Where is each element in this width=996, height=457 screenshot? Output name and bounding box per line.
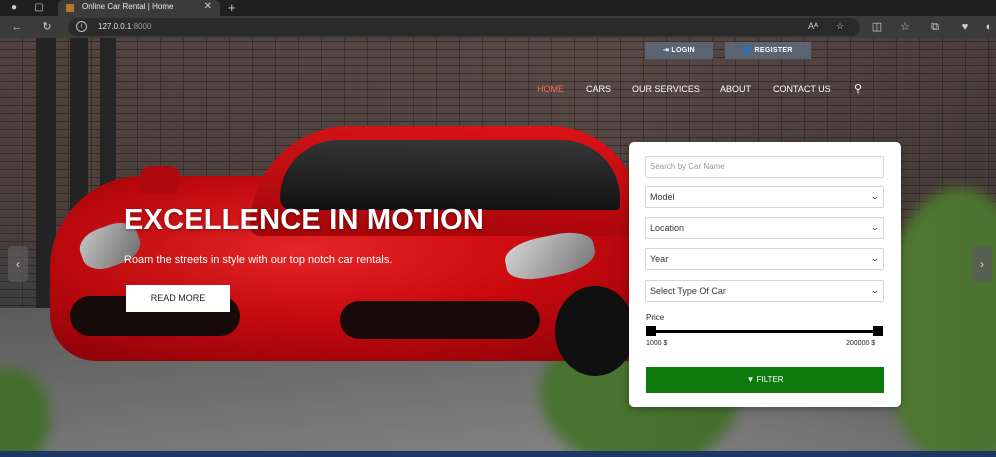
- tab-title: Online Car Rental | Home: [82, 2, 174, 11]
- register-label: REGISTER: [754, 47, 793, 54]
- model-select-value: Model: [650, 192, 675, 202]
- collections-icon[interactable]: ⧉: [928, 20, 942, 34]
- favorites-icon[interactable]: ☆: [898, 20, 912, 34]
- browser-tab-bar: ● ▢ Online Car Rental | Home ✕ +: [0, 0, 996, 16]
- location-select-value: Location: [650, 223, 685, 233]
- price-min-value: 1000 $: [646, 340, 668, 347]
- carousel-next-arrow-icon[interactable]: ›: [972, 246, 992, 282]
- reload-icon[interactable]: ↻: [40, 20, 54, 34]
- read-aloud-icon[interactable]: Aᴬ: [808, 21, 818, 31]
- car-type-select-value: Select Type Of Car: [650, 286, 726, 296]
- url-text: 127.0.0.1:8000: [98, 22, 151, 31]
- favorite-star-icon[interactable]: ☆: [836, 21, 844, 32]
- login-label: LOGIN: [671, 47, 696, 54]
- copilot-icon[interactable]: ◐: [982, 20, 996, 34]
- chevron-down-icon: ⌄: [870, 191, 881, 201]
- car-filter-card: Search by Car Name Model ⌄ Location ⌄ Ye…: [629, 142, 901, 407]
- search-icon[interactable]: ⚲: [854, 82, 862, 95]
- register-icon: 👤: [743, 47, 753, 54]
- extensions-icon[interactable]: ♥: [958, 20, 972, 34]
- filter-funnel-icon: ▼: [746, 375, 755, 384]
- model-select[interactable]: Model ⌄: [645, 186, 884, 208]
- login-button[interactable]: ⇥ LOGIN: [645, 42, 713, 59]
- site-favicon-icon: [66, 4, 74, 12]
- browser-toolbar: ← ↻ i 127.0.0.1:8000 Aᴬ ☆ ◫ ☆ ⧉ ♥ ◐: [0, 16, 996, 38]
- filter-button-label: FILTER: [756, 375, 784, 384]
- carousel-prev-arrow-icon[interactable]: ‹: [8, 246, 28, 282]
- url-host: 127.0.0.1: [98, 22, 132, 31]
- hero-section: ⇥ LOGIN 👤 REGISTER HOME CARS OUR SERVICE…: [0, 38, 996, 457]
- read-more-button[interactable]: READ MORE: [126, 285, 230, 312]
- nav-home[interactable]: HOME: [537, 84, 564, 94]
- price-max-value: 200000 $: [846, 340, 876, 347]
- hero-headline: EXCELLENCE IN MOTION: [124, 204, 485, 236]
- location-select[interactable]: Location ⌄: [645, 217, 884, 239]
- price-min-handle[interactable]: [646, 326, 656, 336]
- nav-cars[interactable]: CARS: [586, 84, 611, 94]
- nav-our-services[interactable]: OUR SERVICES: [632, 84, 700, 94]
- profile-icon[interactable]: ●: [8, 2, 20, 14]
- register-button[interactable]: 👤 REGISTER: [725, 42, 811, 59]
- address-bar[interactable]: i 127.0.0.1:8000 Aᴬ ☆: [68, 18, 860, 36]
- login-icon: ⇥: [662, 47, 670, 54]
- tab-close-icon[interactable]: ✕: [204, 1, 212, 12]
- price-max-handle[interactable]: [873, 326, 883, 336]
- year-select-value: Year: [650, 254, 669, 264]
- chevron-down-icon: ⌄: [870, 222, 881, 232]
- car-type-select[interactable]: Select Type Of Car ⌄: [645, 280, 884, 302]
- split-screen-icon[interactable]: ◫: [870, 20, 884, 34]
- price-label: Price: [646, 313, 665, 322]
- year-select[interactable]: Year ⌄: [645, 248, 884, 270]
- search-placeholder: Search by Car Name: [650, 162, 725, 171]
- chevron-down-icon: ⌄: [870, 285, 881, 295]
- site-info-icon[interactable]: i: [76, 21, 87, 32]
- bottom-strip: [0, 451, 996, 457]
- nav-contact-us[interactable]: CONTACT US: [773, 84, 831, 94]
- browser-tab[interactable]: Online Car Rental | Home ✕: [58, 0, 220, 16]
- back-icon[interactable]: ←: [10, 20, 24, 34]
- chevron-down-icon: ⌄: [870, 253, 881, 263]
- new-tab-button[interactable]: +: [228, 0, 236, 15]
- nav-about[interactable]: ABOUT: [720, 84, 751, 94]
- tab-actions-icon[interactable]: ▢: [33, 2, 45, 14]
- filter-button[interactable]: ▼ FILTER: [646, 367, 884, 393]
- price-range-track[interactable]: [650, 330, 877, 333]
- hero-subline: Roam the streets in style with our top n…: [124, 254, 393, 266]
- car-name-search-input[interactable]: Search by Car Name: [645, 156, 884, 178]
- url-port: :8000: [131, 22, 152, 31]
